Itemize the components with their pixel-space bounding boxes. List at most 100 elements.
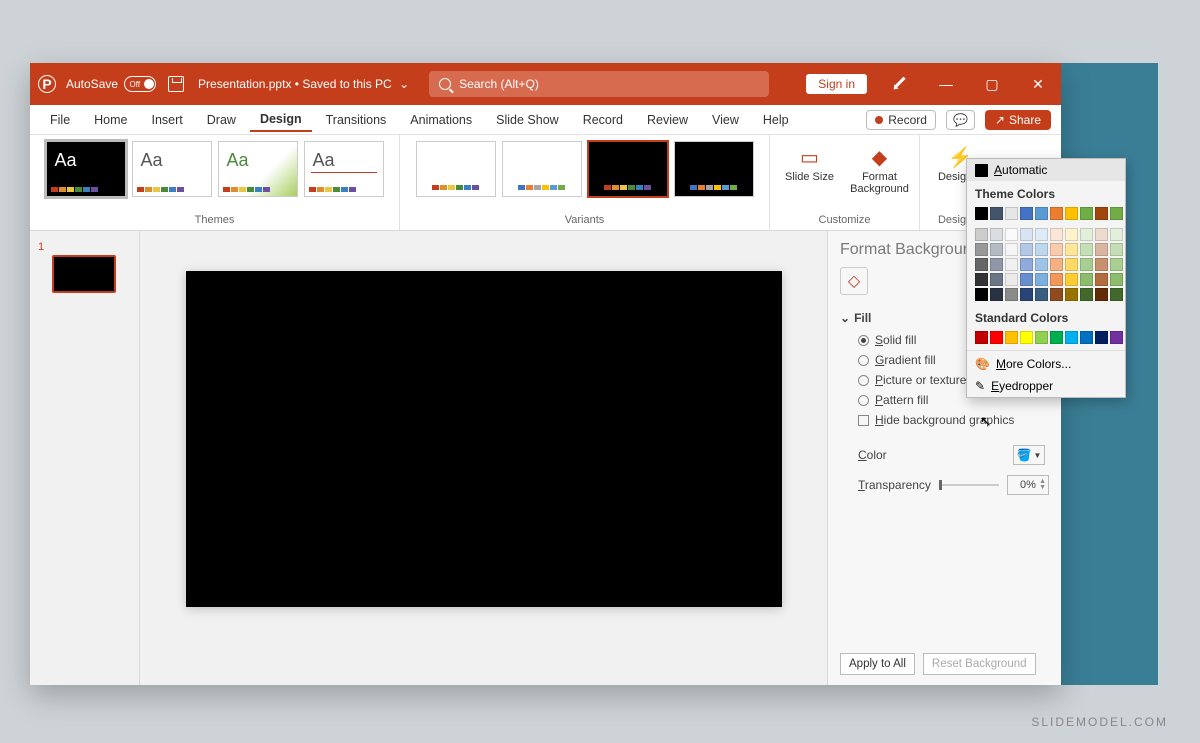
color-swatch[interactable] (1095, 331, 1108, 344)
color-swatch[interactable] (1020, 228, 1033, 241)
color-swatch[interactable] (1050, 207, 1063, 220)
color-swatch[interactable] (975, 228, 988, 241)
color-swatch[interactable] (1005, 258, 1018, 271)
more-colors-item[interactable]: 🎨 More Colors... (967, 353, 1125, 375)
color-swatch[interactable] (1095, 243, 1108, 256)
color-swatch[interactable] (990, 207, 1003, 220)
color-swatch[interactable] (990, 273, 1003, 286)
color-swatch[interactable] (1020, 273, 1033, 286)
theme-option[interactable]: Aa (218, 141, 298, 197)
toggle-switch[interactable]: Off (124, 76, 156, 92)
color-swatch[interactable] (1020, 243, 1033, 256)
variant-option[interactable] (416, 141, 496, 197)
color-swatch[interactable] (1065, 273, 1078, 286)
color-swatch[interactable] (1020, 258, 1033, 271)
color-swatch[interactable] (975, 273, 988, 286)
color-swatch[interactable] (1080, 288, 1093, 301)
color-swatch[interactable] (1110, 207, 1123, 220)
apply-all-button[interactable]: Apply to All (840, 653, 915, 675)
tab-file[interactable]: File (40, 109, 80, 131)
tab-draw[interactable]: Draw (197, 109, 246, 131)
color-swatch[interactable] (1095, 288, 1108, 301)
tab-transitions[interactable]: Transitions (316, 109, 397, 131)
chevron-down-icon[interactable]: ⌄ (399, 77, 409, 91)
color-swatch[interactable] (1110, 331, 1123, 344)
ink-button[interactable] (877, 76, 923, 93)
color-swatch[interactable] (1080, 207, 1093, 220)
color-swatch[interactable] (990, 228, 1003, 241)
color-swatch[interactable] (1005, 288, 1018, 301)
color-swatch[interactable] (1050, 331, 1063, 344)
format-background-button[interactable]: ◆Format Background (848, 141, 912, 195)
theme-option[interactable]: Aa (46, 141, 126, 197)
tab-home[interactable]: Home (84, 109, 137, 131)
color-swatch[interactable] (1005, 273, 1018, 286)
slide[interactable] (186, 271, 782, 607)
color-swatch[interactable] (1110, 273, 1123, 286)
tab-animations[interactable]: Animations (400, 109, 482, 131)
color-swatch[interactable] (1110, 243, 1123, 256)
color-swatch[interactable] (1110, 288, 1123, 301)
color-swatch[interactable] (1095, 258, 1108, 271)
color-swatch[interactable] (1095, 273, 1108, 286)
color-swatch[interactable] (1035, 243, 1048, 256)
color-swatch[interactable] (1080, 273, 1093, 286)
variant-option[interactable] (502, 141, 582, 197)
close-button[interactable]: ✕ (1015, 76, 1061, 93)
slide-thumbnail-rail[interactable]: 1 (30, 231, 140, 685)
color-swatch[interactable] (1065, 258, 1078, 271)
color-swatch[interactable] (1095, 228, 1108, 241)
tab-slide-show[interactable]: Slide Show (486, 109, 569, 131)
color-swatch[interactable] (1110, 258, 1123, 271)
document-title[interactable]: Presentation.pptx • Saved to this PC ⌄ (198, 77, 409, 91)
color-swatch[interactable] (1065, 207, 1078, 220)
search-input[interactable]: Search (Alt+Q) (429, 71, 769, 97)
tab-view[interactable]: View (702, 109, 749, 131)
color-swatch[interactable] (1035, 288, 1048, 301)
color-swatch[interactable] (975, 258, 988, 271)
record-button[interactable]: Record (866, 110, 936, 130)
color-swatch[interactable] (1050, 228, 1063, 241)
color-swatch[interactable] (1050, 273, 1063, 286)
autosave-toggle[interactable]: AutoSave Off (66, 76, 156, 92)
slide-size-button[interactable]: ▭Slide Size (778, 141, 842, 183)
color-swatch[interactable] (975, 288, 988, 301)
color-swatch[interactable] (990, 243, 1003, 256)
automatic-color-item[interactable]: Automatic (967, 159, 1125, 181)
color-swatch[interactable] (1035, 273, 1048, 286)
color-swatch[interactable] (975, 331, 988, 344)
tab-record[interactable]: Record (573, 109, 633, 131)
color-swatch[interactable] (990, 258, 1003, 271)
save-icon[interactable] (168, 76, 184, 92)
color-swatch[interactable] (1080, 258, 1093, 271)
color-swatch[interactable] (1095, 207, 1108, 220)
color-swatch[interactable] (1110, 228, 1123, 241)
color-swatch[interactable] (1035, 228, 1048, 241)
color-swatch[interactable] (1050, 288, 1063, 301)
fill-icon[interactable]: ◇ (840, 267, 868, 295)
minimize-button[interactable]: — (923, 76, 969, 92)
slide-thumbnail[interactable] (52, 255, 116, 293)
eyedropper-item[interactable]: ✎ Eyedropper (967, 375, 1125, 397)
color-swatch[interactable] (975, 207, 988, 220)
color-swatch[interactable] (1035, 258, 1048, 271)
color-swatch[interactable] (1005, 243, 1018, 256)
color-swatch[interactable] (1020, 331, 1033, 344)
color-swatch[interactable] (1035, 331, 1048, 344)
color-swatch[interactable] (1080, 243, 1093, 256)
variant-option[interactable] (674, 141, 754, 197)
color-swatch[interactable] (1050, 243, 1063, 256)
color-swatch[interactable] (1020, 207, 1033, 220)
slide-canvas[interactable] (140, 231, 827, 685)
tab-insert[interactable]: Insert (142, 109, 193, 131)
transparency-slider[interactable] (939, 484, 999, 486)
color-swatch[interactable] (1065, 288, 1078, 301)
variant-option[interactable] (588, 141, 668, 197)
color-swatch[interactable] (1065, 331, 1078, 344)
color-swatch[interactable] (1065, 228, 1078, 241)
hide-graphics-checkbox[interactable]: Hide background graphics (858, 413, 1049, 427)
theme-option[interactable]: Aa (304, 141, 384, 197)
tab-design[interactable]: Design (250, 108, 312, 132)
color-swatch[interactable] (1080, 331, 1093, 344)
color-swatch[interactable] (990, 288, 1003, 301)
